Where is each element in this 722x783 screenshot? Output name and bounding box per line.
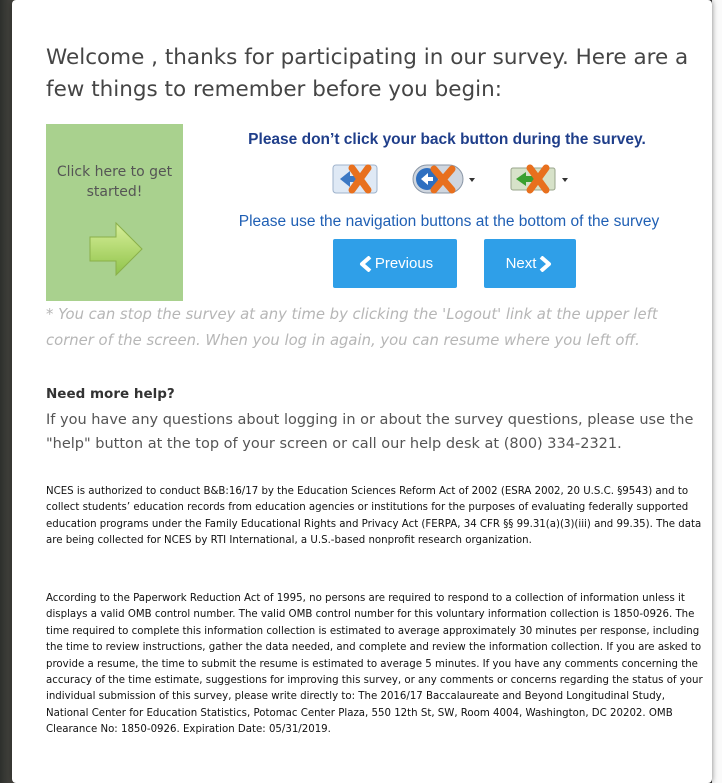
- previous-label: Previous: [374, 255, 434, 272]
- next-button[interactable]: Next: [484, 239, 576, 288]
- green-back-x-icon: [510, 164, 568, 194]
- back-dropdown-x-icon: [412, 164, 475, 194]
- logout-note: * You can stop the survey at any time by…: [46, 306, 658, 349]
- get-started-button[interactable]: Click here to get started!: [46, 124, 183, 301]
- back-button-warning: Please don’t click your back button duri…: [248, 131, 646, 148]
- arrow-right-icon: [89, 221, 143, 277]
- paperwork-reduction-statement: According to the Paperwork Reduction Act…: [46, 593, 703, 736]
- next-label: Next: [505, 255, 537, 272]
- previous-button[interactable]: Previous: [333, 239, 457, 288]
- chevron-right-icon: [540, 256, 552, 273]
- welcome-dialog: Welcome , thanks for participating in ou…: [12, 0, 712, 783]
- help-text: If you have any questions about logging …: [46, 412, 694, 452]
- chevron-left-icon: [359, 256, 372, 273]
- welcome-title: Welcome , thanks for participating in ou…: [46, 45, 689, 102]
- nces-authority-statement: NCES is authorized to conduct B&B:16/17 …: [46, 486, 702, 547]
- back-button-examples: [12, 162, 712, 198]
- background-page-right: [712, 0, 722, 783]
- navigation-instruction: Please use the navigation buttons at the…: [238, 213, 660, 230]
- back-button-x-icon: [332, 164, 378, 194]
- help-heading: Need more help?: [46, 386, 175, 402]
